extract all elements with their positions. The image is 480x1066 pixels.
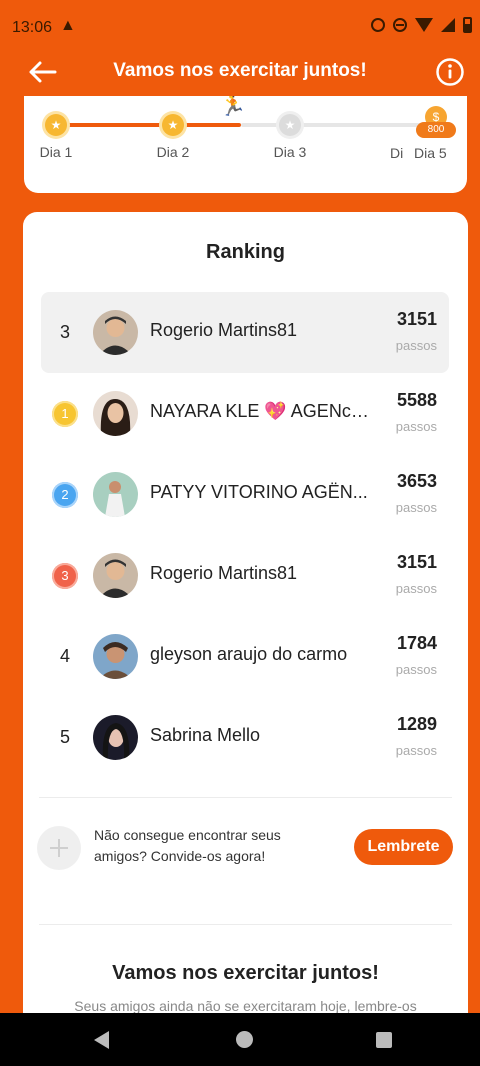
rank-name: NAYARA KLE 💖 AGENcIA ... (150, 401, 370, 421)
star-icon: ★ (45, 114, 67, 136)
gold-medal-icon: 1 (52, 400, 78, 427)
section-subtitle: Seus amigos ainda não se exercitaram hoj… (74, 998, 417, 1014)
divider (39, 924, 452, 925)
invite-section: Não consegue encontrar seus amigos? Conv… (37, 824, 457, 874)
rank-position: 5 (59, 727, 70, 747)
star-icon: ★ (279, 114, 301, 136)
section-title: Vamos nos exercitar juntos! (112, 962, 379, 984)
rank-name: Sabrina Mello (150, 725, 261, 745)
rank-steps: 1784 (396, 633, 437, 653)
runner-icon: 🏃 (219, 96, 247, 117)
info-icon (436, 58, 464, 86)
rank-position: 3 (59, 322, 70, 342)
rank-steps: 5588 (396, 390, 437, 410)
wifi-icon (415, 18, 433, 32)
day-step-2: ★ Dia 2 (138, 114, 208, 160)
rank-steps: 1289 (396, 714, 437, 734)
rank-name: PATYY VITORINO AGËN... (150, 482, 368, 502)
my-rank-row[interactable]: 3 Rogerio Martins81 3151 passos (41, 292, 449, 373)
reward-badge: 800 (416, 122, 456, 138)
nav-back-icon[interactable] (94, 1031, 109, 1049)
rank-position: 4 (59, 646, 70, 666)
rank-position: 2 (51, 454, 79, 535)
silver-medal-icon: 2 (52, 481, 78, 508)
day-label-partial: Di (390, 145, 404, 161)
avatar (93, 715, 138, 760)
warning-icon: ▲ (60, 17, 76, 34)
status-time: 13:06 (12, 19, 53, 36)
status-icons (371, 17, 472, 33)
day-label: Dia 2 (156, 144, 190, 160)
rank-row[interactable]: 3 Rogerio Martins81 3151 passos (41, 535, 449, 616)
day-label: Dia 5 (414, 145, 447, 161)
signal-icon (441, 18, 455, 32)
page-title: Vamos nos exercitar juntos! (113, 60, 367, 81)
rank-row[interactable]: 4 gleyson araujo do carmo 1784 passos (41, 616, 449, 697)
avatar (93, 634, 138, 679)
rank-row[interactable]: 2 PATYY VITORINO AGËN... 3653 passos (41, 454, 449, 535)
day-label: Dia 1 (39, 144, 73, 160)
rank-unit: passos (395, 581, 437, 596)
system-nav-bar (0, 1013, 480, 1066)
rank-name: Rogerio Martins81 (150, 563, 298, 583)
info-button[interactable] (435, 57, 465, 87)
rank-unit: passos (395, 419, 437, 434)
day-label: Dia 3 (273, 144, 307, 160)
rank-unit: passos (395, 338, 437, 353)
nav-recents-icon[interactable] (376, 1032, 392, 1048)
rank-unit: passos (395, 500, 437, 515)
rank-name: Rogerio Martins81 (150, 320, 298, 340)
rank-row[interactable]: 1 NAYARA KLE 💖 AGENcIA ... 5588 passos (41, 373, 449, 454)
app-header: Vamos nos exercitar juntos! (0, 54, 480, 90)
rank-steps: 3653 (396, 471, 437, 491)
avatar (93, 553, 138, 598)
status-bar: 13:06 ▲ (0, 0, 480, 54)
avatar (93, 310, 138, 355)
plus-icon (50, 839, 68, 857)
progress-card: 🏃 ★ Dia 1 ★ Dia 2 ★ Dia 3 Di $ 800 Dia 5 (24, 96, 467, 193)
rank-unit: passos (395, 662, 437, 677)
reminder-button[interactable]: Lembrete (354, 829, 453, 865)
bronze-medal-icon: 3 (52, 562, 78, 589)
day-step-3: ★ Dia 3 (255, 114, 325, 160)
alarm-icon (371, 18, 385, 32)
battery-icon (463, 17, 472, 33)
divider (39, 797, 452, 798)
nav-home-icon[interactable] (236, 1031, 253, 1048)
rank-position: 1 (51, 373, 79, 454)
rank-steps: 3151 (396, 309, 437, 329)
day-step-1: ★ Dia 1 (24, 114, 91, 160)
rank-position: 3 (51, 535, 79, 616)
rank-unit: passos (395, 743, 437, 758)
add-friend-button[interactable] (37, 826, 81, 870)
do-not-disturb-icon (393, 18, 407, 32)
rank-row[interactable]: 5 Sabrina Mello 1289 passos (41, 697, 449, 778)
avatar (93, 472, 138, 517)
ranking-card: Ranking 3 Rogerio Martins81 3151 passos … (23, 212, 468, 1066)
rank-steps: 3151 (396, 552, 437, 572)
day-step-5-reward: $ 800 (408, 106, 464, 138)
ranking-title: Ranking (206, 241, 285, 263)
avatar (93, 391, 138, 436)
rank-name: gleyson araujo do carmo (150, 644, 348, 664)
star-icon: ★ (162, 114, 184, 136)
invite-text: Não consegue encontrar seus amigos? Conv… (94, 827, 281, 864)
